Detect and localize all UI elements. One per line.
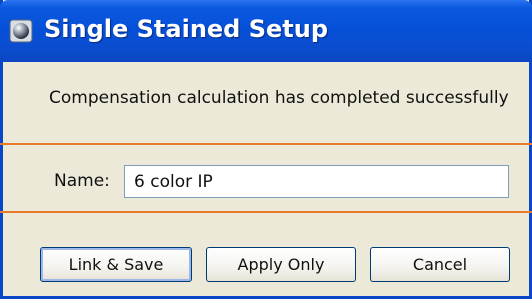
- dialog-window: Single Stained Setup Compensation calcul…: [0, 0, 532, 299]
- app-icon: [9, 19, 33, 43]
- divider-bottom: [0, 211, 532, 213]
- divider-top: [0, 143, 532, 145]
- cancel-button[interactable]: Cancel: [370, 247, 510, 282]
- status-message: Compensation calculation has completed s…: [49, 88, 509, 108]
- name-input[interactable]: [124, 165, 509, 198]
- title-bar[interactable]: Single Stained Setup: [0, 0, 532, 62]
- apply-only-button[interactable]: Apply Only: [206, 247, 356, 282]
- name-label: Name:: [54, 171, 110, 191]
- link-save-button[interactable]: Link & Save: [40, 247, 192, 282]
- name-row: Name:: [3, 158, 529, 206]
- window-title: Single Stained Setup: [44, 15, 329, 43]
